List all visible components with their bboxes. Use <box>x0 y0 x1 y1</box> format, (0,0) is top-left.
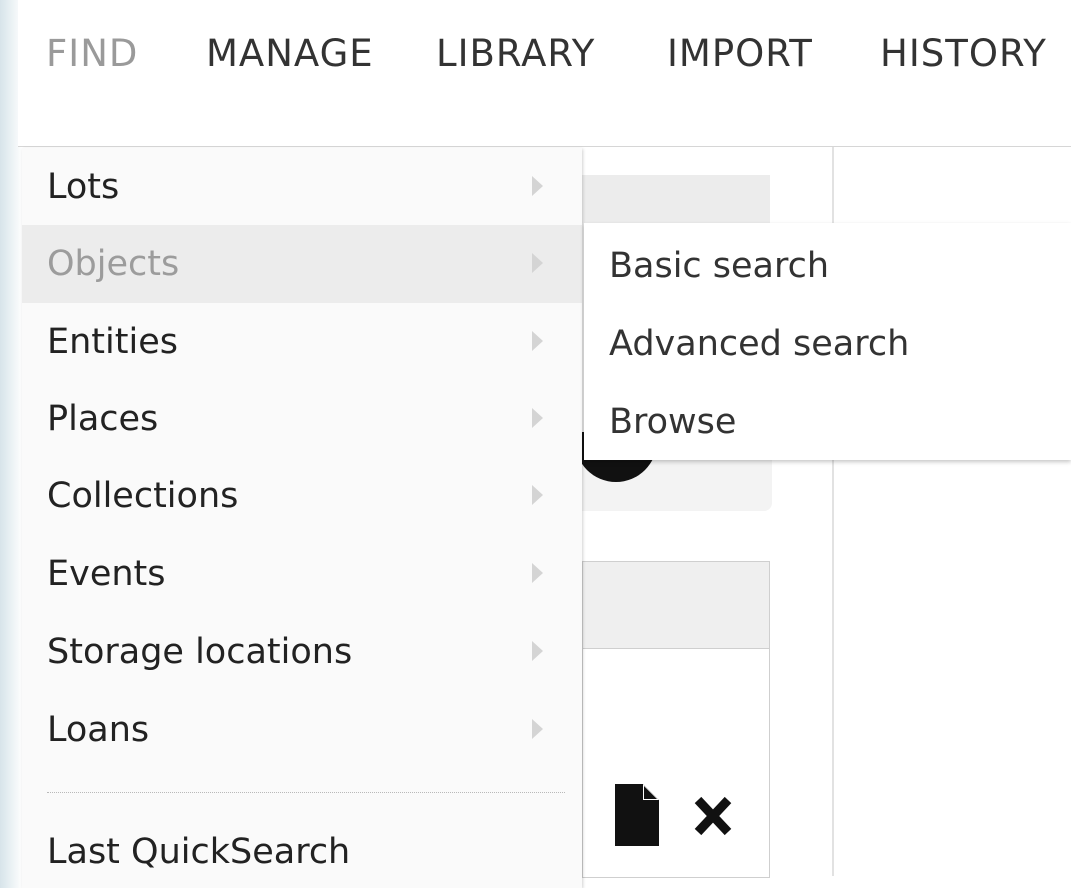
menu-item-objects[interactable]: Objects <box>22 225 582 303</box>
background-table <box>582 561 770 878</box>
menu-item-last-quicksearch[interactable]: Last QuickSearch <box>47 830 350 874</box>
menu-item-label: Events <box>47 554 166 594</box>
column-divider <box>832 460 834 876</box>
caret-right-icon <box>532 641 543 661</box>
objects-submenu: Basic search Advanced search Browse <box>584 223 1071 460</box>
caret-right-icon <box>532 563 543 583</box>
submenu-item-advanced-search[interactable]: Advanced search <box>609 322 909 366</box>
menu-item-places[interactable]: Places <box>22 380 582 458</box>
menu-item-label: Loans <box>47 710 150 750</box>
background-search-field <box>582 175 770 223</box>
nav-import[interactable]: IMPORT <box>667 32 813 76</box>
nav-find[interactable]: FIND <box>46 32 138 76</box>
menu-item-loans[interactable]: Loans <box>22 691 582 769</box>
nav-manage[interactable]: MANAGE <box>206 32 374 76</box>
menu-item-lots[interactable]: Lots <box>22 148 582 226</box>
menu-item-label: Collections <box>47 476 239 516</box>
nav-library[interactable]: LIBRARY <box>436 32 595 76</box>
menu-item-label: Places <box>47 399 159 439</box>
caret-right-icon <box>532 176 543 196</box>
menu-item-events[interactable]: Events <box>22 535 582 613</box>
submenu-item-browse[interactable]: Browse <box>609 400 736 444</box>
find-dropdown-menu: Lots Objects Entities Places Collections… <box>22 148 582 888</box>
menu-item-label: Objects <box>47 244 180 284</box>
caret-right-icon <box>532 408 543 428</box>
caret-right-icon <box>532 331 543 351</box>
document-icon[interactable] <box>615 784 659 846</box>
caret-right-icon <box>532 253 543 273</box>
caret-right-icon <box>532 485 543 505</box>
menu-item-storage-locations[interactable]: Storage locations <box>22 613 582 691</box>
top-nav-bar: FIND MANAGE LIBRARY IMPORT HISTORY <box>18 0 1071 147</box>
submenu-item-basic-search[interactable]: Basic search <box>609 244 829 288</box>
menu-divider <box>47 792 565 793</box>
table-header <box>583 562 769 649</box>
menu-item-label: Storage locations <box>47 632 353 672</box>
column-divider <box>832 147 834 227</box>
menu-item-label: Entities <box>47 322 178 362</box>
menu-item-collections[interactable]: Collections <box>22 457 582 535</box>
close-icon[interactable] <box>693 794 733 838</box>
menu-item-label: Lots <box>47 167 120 207</box>
menu-item-entities[interactable]: Entities <box>22 303 582 381</box>
nav-history[interactable]: HISTORY <box>880 32 1047 76</box>
caret-right-icon <box>532 719 543 739</box>
